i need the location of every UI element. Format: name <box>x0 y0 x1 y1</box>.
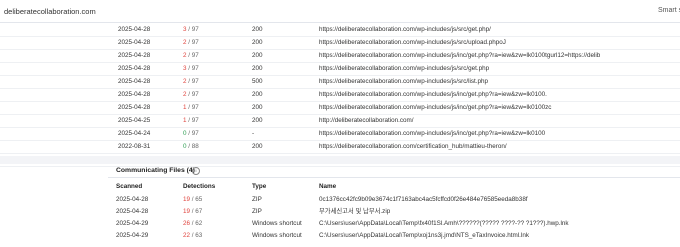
info-icon[interactable]: i <box>192 167 200 175</box>
status-code: 200 <box>252 91 263 98</box>
detections: 19 / 65 <box>183 196 203 203</box>
detections: 26 / 62 <box>183 220 203 227</box>
file-type: Windows shortcut <box>252 220 302 227</box>
file-type: ZIP <box>252 208 262 215</box>
scanned-date: 2025-04-28 <box>118 91 151 98</box>
smart-search-button[interactable]: Smart s <box>658 0 680 22</box>
section-divider <box>108 177 680 178</box>
top-search-bar: Smart s <box>0 0 680 23</box>
table-row[interactable]: 2025-04-28 1 / 97 200 https://deliberate… <box>0 101 680 115</box>
url-link[interactable]: https://deliberatecollaboration.com/cert… <box>319 140 507 153</box>
status-code: 200 <box>252 39 263 46</box>
section-gap <box>0 156 680 164</box>
scanned-date: 2025-04-28 <box>116 208 149 215</box>
url-link[interactable]: https://deliberatecollaboration.com/wp-i… <box>319 127 545 140</box>
detections: 3 / 97 <box>183 26 199 33</box>
url-link[interactable]: https://deliberatecollaboration.com/wp-i… <box>319 62 489 75</box>
communicating-files-title: Communicating Files (4) <box>116 167 195 174</box>
file-name-link[interactable]: C:\Users\user\AppData\Local\Temp\xoj1ns3… <box>319 230 529 242</box>
detections: 3 / 97 <box>183 65 199 72</box>
file-name-link[interactable]: 부가세신고서 및 납부서.zip <box>319 206 390 218</box>
table-row[interactable]: 2025-04-28 3 / 97 200 https://deliberate… <box>0 23 680 37</box>
detections: 0 / 97 <box>183 130 199 137</box>
table-row[interactable]: 2022-08-31 0 / 88 200 https://deliberate… <box>0 140 680 154</box>
detections: 2 / 97 <box>183 39 199 46</box>
file-type: ZIP <box>252 196 262 203</box>
detections: 1 / 97 <box>183 117 199 124</box>
status-code: 500 <box>252 78 263 85</box>
status-code: 200 <box>252 117 263 124</box>
table-row[interactable]: 2025-04-28 2 / 97 200 https://deliberate… <box>0 49 680 63</box>
scanned-date: 2025-04-25 <box>118 117 151 124</box>
scanned-date: 2025-04-29 <box>116 232 149 239</box>
file-type: Windows shortcut <box>252 232 302 239</box>
table-row[interactable]: 2025-04-25 1 / 97 200 http://deliberatec… <box>0 114 680 128</box>
scanned-date: 2025-04-28 <box>118 78 151 85</box>
status-code: 200 <box>252 104 263 111</box>
table-row[interactable]: 2025-04-24 0 / 97 - https://deliberateco… <box>0 127 680 141</box>
header-detections[interactable]: Detections <box>183 183 215 190</box>
file-row[interactable]: 2025-04-29 22 / 63 Windows shortcut C:\U… <box>0 230 680 242</box>
header-type[interactable]: Type <box>252 183 266 190</box>
url-link[interactable]: https://deliberatecollaboration.com/wp-i… <box>319 23 491 36</box>
table-row[interactable]: 2025-04-28 2 / 97 200 https://deliberate… <box>0 88 680 102</box>
scanned-date: 2025-04-28 <box>118 52 151 59</box>
file-name-link[interactable]: C:\Users\user\AppData\Local\Temp\fx40f1S… <box>319 218 569 230</box>
detections: 2 / 97 <box>183 52 199 59</box>
url-link[interactable]: https://deliberatecollaboration.com/wp-i… <box>319 49 600 62</box>
scanned-date: 2025-04-29 <box>116 220 149 227</box>
header-scanned[interactable]: Scanned <box>116 183 142 190</box>
detections: 2 / 97 <box>183 78 199 85</box>
detections: 1 / 97 <box>183 104 199 111</box>
status-code: - <box>252 130 255 137</box>
table-row[interactable]: 2025-04-28 3 / 97 200 https://deliberate… <box>0 62 680 76</box>
status-code: 200 <box>252 143 263 150</box>
file-row[interactable]: 2025-04-28 19 / 65 ZIP 0c1376cc42fc9b09e… <box>0 194 680 206</box>
scanned-date: 2025-04-24 <box>118 130 151 137</box>
table-row[interactable]: 2025-04-28 2 / 97 500 https://deliberate… <box>0 75 680 89</box>
status-code: 200 <box>252 65 263 72</box>
status-code: 200 <box>252 52 263 59</box>
scanned-date: 2022-08-31 <box>118 143 151 150</box>
detections: 22 / 63 <box>183 232 203 239</box>
url-link[interactable]: http://deliberatecollaboration.com/ <box>319 114 414 127</box>
detections: 19 / 67 <box>183 208 203 215</box>
scanned-date: 2025-04-28 <box>118 39 151 46</box>
search-input[interactable] <box>0 0 652 22</box>
url-link[interactable]: https://deliberatecollaboration.com/wp-i… <box>319 75 488 88</box>
table-row[interactable]: 2025-04-28 2 / 97 200 https://deliberate… <box>0 36 680 50</box>
url-link[interactable]: https://deliberatecollaboration.com/wp-i… <box>319 36 506 49</box>
scanned-date: 2025-04-28 <box>118 65 151 72</box>
scanned-date: 2025-04-28 <box>118 104 151 111</box>
scanned-date: 2025-04-28 <box>118 26 151 33</box>
url-link[interactable]: https://deliberatecollaboration.com/wp-i… <box>319 88 547 101</box>
status-code: 200 <box>252 26 263 33</box>
file-name-link[interactable]: 0c1376cc42fc9b09e3674c1f7163abc4ac5fcffc… <box>319 194 528 206</box>
header-name[interactable]: Name <box>319 183 336 190</box>
detections: 0 / 88 <box>183 143 199 150</box>
detections: 2 / 97 <box>183 91 199 98</box>
file-row[interactable]: 2025-04-28 19 / 67 ZIP 부가세신고서 및 납부서.zip <box>0 206 680 218</box>
url-link[interactable]: https://deliberatecollaboration.com/wp-i… <box>319 101 551 114</box>
file-row[interactable]: 2025-04-29 26 / 62 Windows shortcut C:\U… <box>0 218 680 230</box>
scanned-date: 2025-04-28 <box>116 196 149 203</box>
